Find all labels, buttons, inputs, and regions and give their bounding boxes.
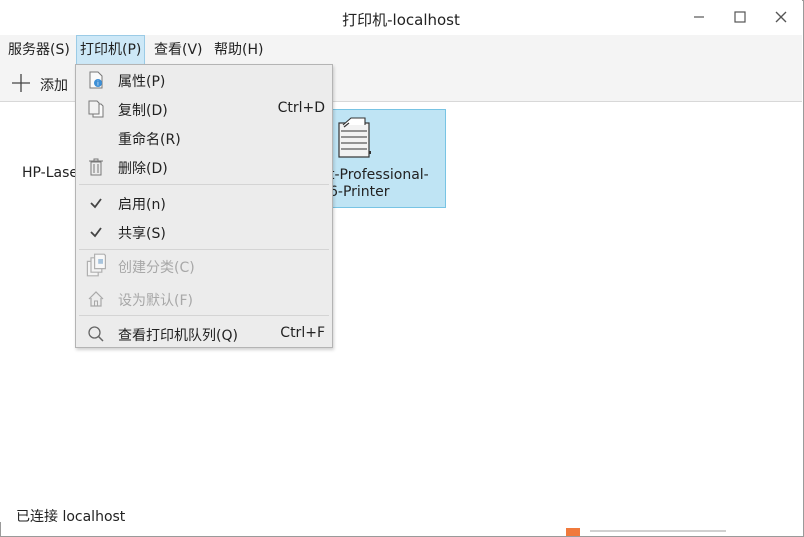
menu-item-delete[interactable]: 删除(D): [76, 152, 332, 181]
close-icon: [775, 11, 787, 23]
printer-icon: [338, 117, 371, 158]
menu-separator: [79, 315, 329, 316]
taskbar-fragment-line: [590, 530, 726, 532]
menu-view[interactable]: 查看(V): [151, 36, 206, 64]
search-icon: [88, 326, 104, 342]
copy-icon: [88, 100, 104, 118]
create-class-icon: [86, 253, 106, 277]
menu-server[interactable]: 服务器(S): [5, 36, 73, 64]
menu-item-share[interactable]: 共享(S): [76, 217, 332, 246]
printer-menu-dropdown: i 属性(P) 复制(D) Ctrl+D 重命名(R) 删除(D) 启用(n): [75, 64, 333, 348]
maximize-button[interactable]: [727, 5, 753, 29]
status-text: 已连接 localhost: [16, 509, 126, 525]
menu-item-set-default: 设为默认(F): [76, 284, 332, 313]
menu-item-enable[interactable]: 启用(n): [76, 188, 332, 217]
maximize-icon: [734, 11, 746, 23]
menu-item-rename[interactable]: 重命名(R): [76, 123, 332, 152]
printer-item-selected[interactable]: t-Professional- 6-Printer: [326, 109, 446, 208]
minimize-icon: [694, 16, 704, 18]
menu-item-create-class: 创建分类(C): [76, 251, 332, 280]
printer-item-label: t-Professional- 6-Printer: [329, 167, 429, 200]
add-button-label[interactable]: 添加: [40, 75, 68, 95]
minimize-button[interactable]: [686, 5, 712, 29]
trash-icon: [89, 158, 103, 176]
menu-separator: [79, 184, 329, 185]
properties-icon: i: [89, 71, 103, 89]
taskbar-fragment: [566, 528, 580, 536]
check-icon: [90, 227, 102, 238]
menu-printer[interactable]: 打印机(P): [76, 35, 146, 65]
check-icon: [90, 198, 102, 209]
printer-item-label[interactable]: HP-Lase: [22, 165, 78, 181]
add-icon[interactable]: [11, 73, 31, 93]
close-button[interactable]: [768, 5, 794, 29]
menu-item-copy[interactable]: 复制(D) Ctrl+D: [76, 94, 332, 123]
home-icon: [88, 291, 104, 307]
menu-item-view-queue[interactable]: 查看打印机队列(Q) Ctrl+F: [76, 319, 332, 348]
menu-help[interactable]: 帮助(H): [211, 36, 266, 64]
window-title: 打印机-localhost: [342, 11, 460, 29]
menu-item-properties[interactable]: i 属性(P): [76, 65, 332, 94]
menu-separator: [79, 249, 329, 250]
title-bar: 打印机-localhost: [0, 0, 802, 35]
